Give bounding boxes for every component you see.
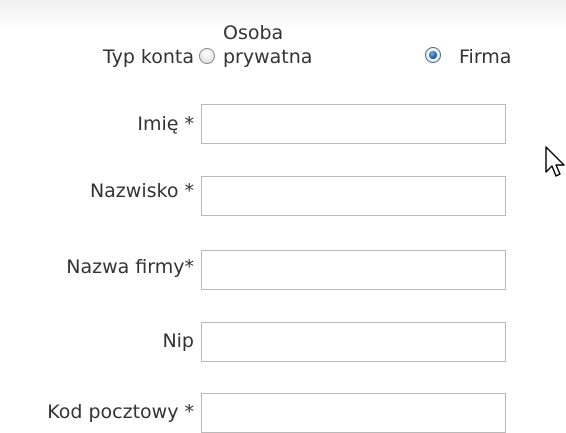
radio-private-label-line2: prywatna: [223, 46, 313, 68]
nip-label: Nip: [162, 330, 194, 352]
radio-checked-icon[interactable]: [425, 47, 441, 63]
last-name-label: Nazwisko *: [89, 180, 194, 202]
company-name-label: Nazwa firmy*: [66, 256, 194, 278]
nip-input[interactable]: [201, 322, 506, 362]
radio-unchecked-icon[interactable]: [199, 48, 215, 64]
account-type-label: Typ konta: [102, 46, 194, 68]
postal-code-label: Kod pocztowy *: [47, 401, 194, 423]
radio-selected-dot: [429, 51, 437, 59]
first-name-input[interactable]: [201, 104, 506, 144]
radio-company-label: Firma: [459, 46, 512, 68]
postal-code-input[interactable]: [201, 393, 506, 433]
mouse-pointer-icon: [545, 146, 565, 177]
last-name-input[interactable]: [201, 176, 506, 216]
first-name-label: Imię *: [137, 113, 194, 135]
company-name-input[interactable]: [201, 250, 506, 290]
radio-private-label-line1: Osoba: [223, 22, 284, 44]
